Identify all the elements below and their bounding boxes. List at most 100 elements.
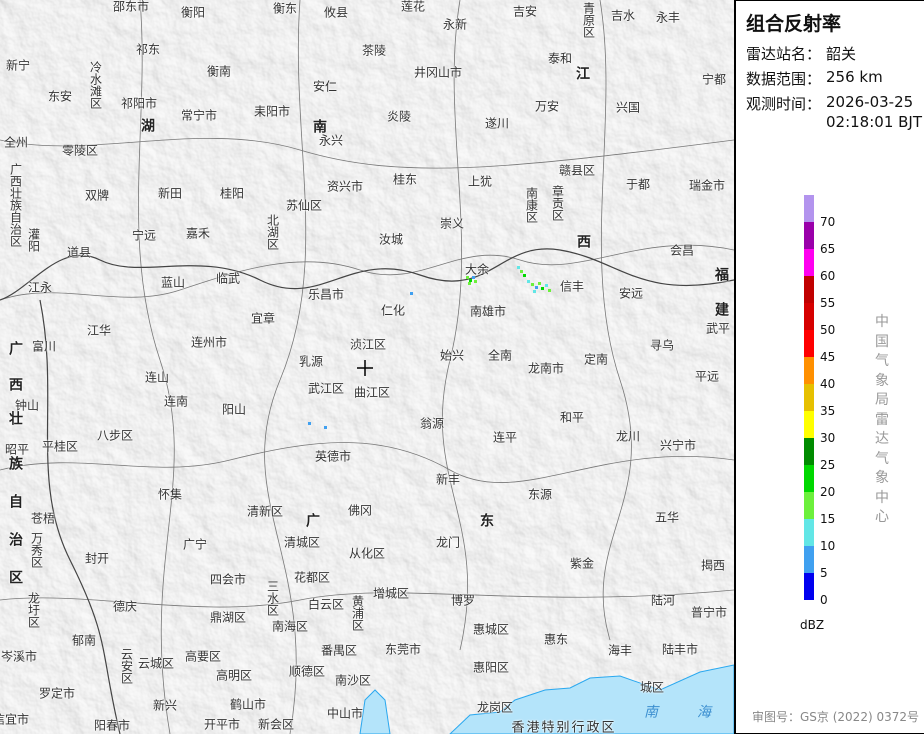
place-label: 连州市 [190,335,228,350]
place-label: 五华 [654,510,680,525]
place-label: 桂阳 [219,186,245,201]
place-label: 怀集 [157,487,183,502]
color-scale-tick: 65 [820,242,836,256]
place-label: 常宁市 [180,108,218,123]
color-scale-tick: 60 [820,269,836,283]
place-label: 仁化 [380,303,406,318]
place-label: 连南 [163,394,189,409]
color-scale-segment [804,195,814,222]
place-label: 和平 [559,410,585,425]
place-label: 瑞金市 [688,178,726,193]
place-label: 龙门 [435,535,461,550]
place-label: 江华 [86,323,112,338]
color-scale-tick: 70 [820,215,836,229]
place-label: 四会市 [209,572,247,587]
place-label: 高要区 [184,649,222,664]
place-label: 英德市 [314,449,352,464]
radar-echo [527,280,530,283]
color-scale-segment [804,438,814,465]
place-label: 罗定市 [38,686,76,701]
place-label: 寻乌 [649,338,675,353]
place-label: 新兴 [152,698,178,713]
place-label: 普宁市 [690,605,728,620]
color-scale-segment [804,465,814,492]
place-label: 德庆 [112,599,138,614]
place-label: 南 [644,704,658,721]
place-label: 资兴市 [326,179,364,194]
radar-map[interactable]: 邵东市 衡阳 衡东 攸县 莲花 吉安 青原区 吉水 永丰 祁东 茶陵 永新 泰和 新宁 冷水滩区 衡南 安仁 井冈… [0,0,734,734]
place-label: 清城区 [283,535,321,550]
color-scale-tick: 30 [820,431,836,445]
color-scale-segment [804,357,814,384]
time-row: 观测时间： 2026-03-25 [746,93,913,114]
place-label: 广宁 [182,537,208,552]
color-scale-tick: 35 [820,404,836,418]
place-label: 博罗 [450,593,476,608]
place-label: 宁都 [701,72,727,87]
color-scale-tick: 40 [820,377,836,391]
color-scale-segment [804,303,814,330]
place-label: 郁南 [71,633,97,648]
radar-echo [523,274,526,277]
place-label: 安仁 [312,79,338,94]
organization-label: 中国气象局雷达气象中心 [875,314,889,525]
place-label: 中山市 [326,706,364,721]
place-label: 南海区 [271,619,309,634]
place-label: 炎陵 [386,109,412,124]
place-label: 东莞市 [384,642,422,657]
station-row: 雷达站名： 韶关 [746,43,856,64]
place-label: 开平市 [203,717,241,732]
time-value: 02:18:01 BJT [826,113,923,131]
place-label: 道县 [66,245,92,260]
place-label: 祁阳市 [120,96,158,111]
color-scale-tick: 55 [820,296,836,310]
place-label: 龙岗区 [476,700,514,715]
color-scale-tick: 15 [820,512,836,526]
place-label: 高明区 [215,668,253,683]
radar-echo [517,266,520,269]
place-label: 区 [9,570,23,587]
place-label: 城区 [639,680,665,695]
place-label: 西 [577,234,591,251]
place-label: 于都 [625,177,651,192]
place-label: 阳春市 [93,718,131,733]
place-label: 东 [480,513,494,530]
place-label: 云安区 [119,648,134,684]
place-label: 惠阳区 [472,660,510,675]
place-label: 双牌 [84,188,110,203]
place-label: 桂东 [392,172,418,187]
place-label: 乐昌市 [307,287,345,302]
place-label: 苍梧 [30,511,56,526]
radar-echo [324,426,327,429]
place-label: 龙南市 [527,361,565,376]
place-label: 茶陵 [361,43,387,58]
place-label: 广 [306,513,320,530]
place-label: 遂川 [484,116,510,131]
place-label: 吉水 [610,8,636,23]
range-label: 数据范围： [746,70,822,88]
station-label: 雷达站名： [746,45,822,63]
place-label: 八步区 [96,428,134,443]
place-label: 自 [9,494,23,511]
place-label: 邵东市 [112,0,150,14]
place-label: 冷水滩区 [88,61,103,109]
radar-echo [548,289,551,292]
radar-echo [533,290,536,293]
place-label: 兴国 [615,100,641,115]
place-label: 浈江区 [349,337,387,352]
place-label: 惠城区 [472,622,510,637]
color-scale-segment [804,330,814,357]
color-scale-segment [804,276,814,303]
place-label: 汝城 [378,232,404,247]
place-label: 蓝山 [160,275,186,290]
place-label: 定南 [583,352,609,367]
place-label: 南雄市 [469,304,507,319]
place-label: 永兴 [318,133,344,148]
color-scale-segment [804,249,814,276]
place-label: 广西壮族自治区 [8,163,23,247]
place-label: 三水区 [265,580,280,616]
radar-echo [538,282,541,285]
place-label: 会昌 [669,243,695,258]
place-label: 信宜市 [0,712,30,727]
place-label: 揭西 [700,558,726,573]
